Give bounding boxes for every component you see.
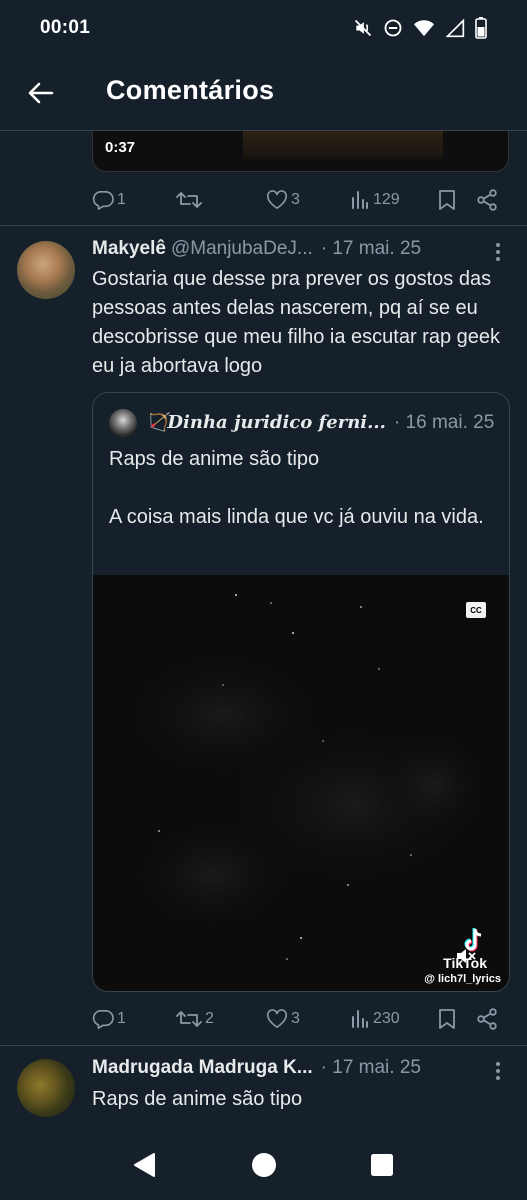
- quoted-text-line-1: Raps de anime são tipo: [109, 448, 320, 470]
- video-thumbnail: [243, 131, 443, 159]
- reply-button[interactable]: 1: [92, 190, 126, 210]
- tweet-date[interactable]: · 17 mai. 25: [321, 238, 421, 260]
- previous-tweet-video[interactable]: 0:37: [92, 131, 509, 172]
- tiktok-watermark: TikTok @ lich7l_lyrics: [424, 927, 501, 985]
- reply-count: 1: [117, 1010, 126, 1027]
- bookmark-button[interactable]: [438, 189, 456, 211]
- views-icon: [352, 191, 368, 209]
- repost-icon: [176, 192, 202, 208]
- system-navigation-bar: [0, 1130, 527, 1200]
- closed-captions-icon[interactable]: CC: [466, 602, 486, 618]
- nav-recents-button[interactable]: [366, 1150, 398, 1180]
- views-count: 230: [373, 1010, 400, 1027]
- more-vertical-icon: [496, 243, 500, 261]
- status-icons: [353, 16, 487, 39]
- tweet-text: Gostaria que desse pra prever os gostos …: [92, 268, 501, 377]
- reply-count: 1: [117, 191, 126, 208]
- views-icon: [352, 1010, 368, 1028]
- tweet-actions: 1 2 3 230: [92, 1004, 512, 1034]
- share-button[interactable]: [476, 1008, 498, 1030]
- more-vertical-icon: [496, 1062, 500, 1080]
- avatar[interactable]: [17, 1059, 75, 1117]
- divider: [0, 225, 527, 226]
- repost-button[interactable]: 2: [176, 1009, 214, 1029]
- circle-home-icon: [252, 1153, 276, 1177]
- quoted-tweet[interactable]: 🏹𝑫𝒊𝒏𝒉𝒂 𝒋𝒖𝒓𝒊𝒅𝒊𝒄𝒐 𝒇𝒆𝒓𝒏𝒊... · 16 mai. 25 Ra…: [92, 392, 510, 992]
- page-title: Comentários: [106, 75, 275, 105]
- divider: [0, 1045, 527, 1046]
- reply-icon: [92, 1010, 114, 1029]
- like-button[interactable]: 3: [266, 1009, 300, 1029]
- video-duration: 0:37: [105, 139, 136, 156]
- do-not-disturb-icon: [383, 18, 403, 38]
- tiktok-username: @ lich7l_lyrics: [424, 973, 501, 985]
- wifi-icon: [413, 18, 435, 38]
- previous-tweet-actions: 1 3 129: [92, 185, 512, 215]
- quoted-text-line-2: A coisa mais linda que vc já ouviu na vi…: [109, 506, 484, 528]
- tweet-date[interactable]: · 17 mai. 25: [321, 1057, 421, 1079]
- author-name[interactable]: Makyelê: [92, 238, 166, 260]
- nav-home-button[interactable]: [248, 1150, 280, 1180]
- quoted-avatar: [109, 409, 137, 437]
- views-button[interactable]: 129: [350, 190, 400, 210]
- tweet-header: Makyelê @ManjubaDeJ... · 17 mai. 25: [92, 238, 421, 260]
- heart-icon: [266, 1009, 288, 1028]
- heart-icon: [266, 190, 288, 209]
- views-count: 129: [373, 191, 400, 208]
- quoted-text: Raps de anime são tipo A coisa mais lind…: [109, 445, 499, 532]
- reply-button[interactable]: 1: [92, 1009, 126, 1029]
- like-count: 3: [291, 1010, 300, 1027]
- author-handle[interactable]: @ManjubaDeJ...: [171, 238, 313, 260]
- bookmark-icon: [439, 1009, 455, 1029]
- quoted-video[interactable]: CC TikTok @ lich7l_lyrics: [93, 575, 509, 991]
- tiktok-icon: [464, 928, 482, 952]
- triangle-back-icon: [134, 1153, 155, 1177]
- top-app-bar: Comentários: [0, 55, 527, 131]
- share-icon: [477, 189, 497, 211]
- tiktok-logo-text: TikTok: [443, 955, 487, 971]
- bookmark-button[interactable]: [438, 1008, 456, 1030]
- more-options-button[interactable]: [488, 240, 508, 264]
- author-name[interactable]: Madrugada Madruga K...: [92, 1057, 313, 1079]
- battery-icon: [475, 16, 487, 39]
- like-count: 3: [291, 191, 300, 208]
- repost-button[interactable]: [176, 190, 205, 210]
- tweet-header: Madrugada Madruga K... · 17 mai. 25: [92, 1057, 421, 1079]
- nav-back-button[interactable]: [128, 1150, 160, 1180]
- arrow-left-icon: [28, 82, 54, 104]
- avatar[interactable]: [17, 241, 75, 299]
- share-icon: [477, 1008, 497, 1030]
- views-button[interactable]: 230: [350, 1009, 400, 1029]
- back-button[interactable]: [24, 77, 56, 109]
- mute-icon: [353, 18, 373, 38]
- quoted-author-name: 🏹𝑫𝒊𝒏𝒉𝒂 𝒋𝒖𝒓𝒊𝒅𝒊𝒄𝒐 𝒇𝒆𝒓𝒏𝒊...: [145, 412, 386, 433]
- quoted-date: · 16 mai. 25: [393, 412, 495, 433]
- bookmark-icon: [439, 190, 455, 210]
- tweet-text: Raps de anime são tipo: [92, 1088, 303, 1110]
- reply-icon: [92, 191, 114, 210]
- repost-count: 2: [205, 1010, 214, 1027]
- signal-icon: [445, 17, 465, 38]
- status-time: 00:01: [40, 16, 91, 38]
- quoted-header: 🏹𝑫𝒊𝒏𝒉𝒂 𝒋𝒖𝒓𝒊𝒅𝒊𝒄𝒐 𝒇𝒆𝒓𝒏𝒊... · 16 mai. 25: [145, 412, 494, 434]
- more-options-button[interactable]: [488, 1059, 508, 1083]
- status-bar: 00:01: [0, 0, 527, 55]
- like-button[interactable]: 3: [266, 190, 300, 210]
- repost-icon: [176, 1011, 202, 1027]
- share-button[interactable]: [476, 189, 498, 211]
- square-recents-icon: [371, 1154, 393, 1176]
